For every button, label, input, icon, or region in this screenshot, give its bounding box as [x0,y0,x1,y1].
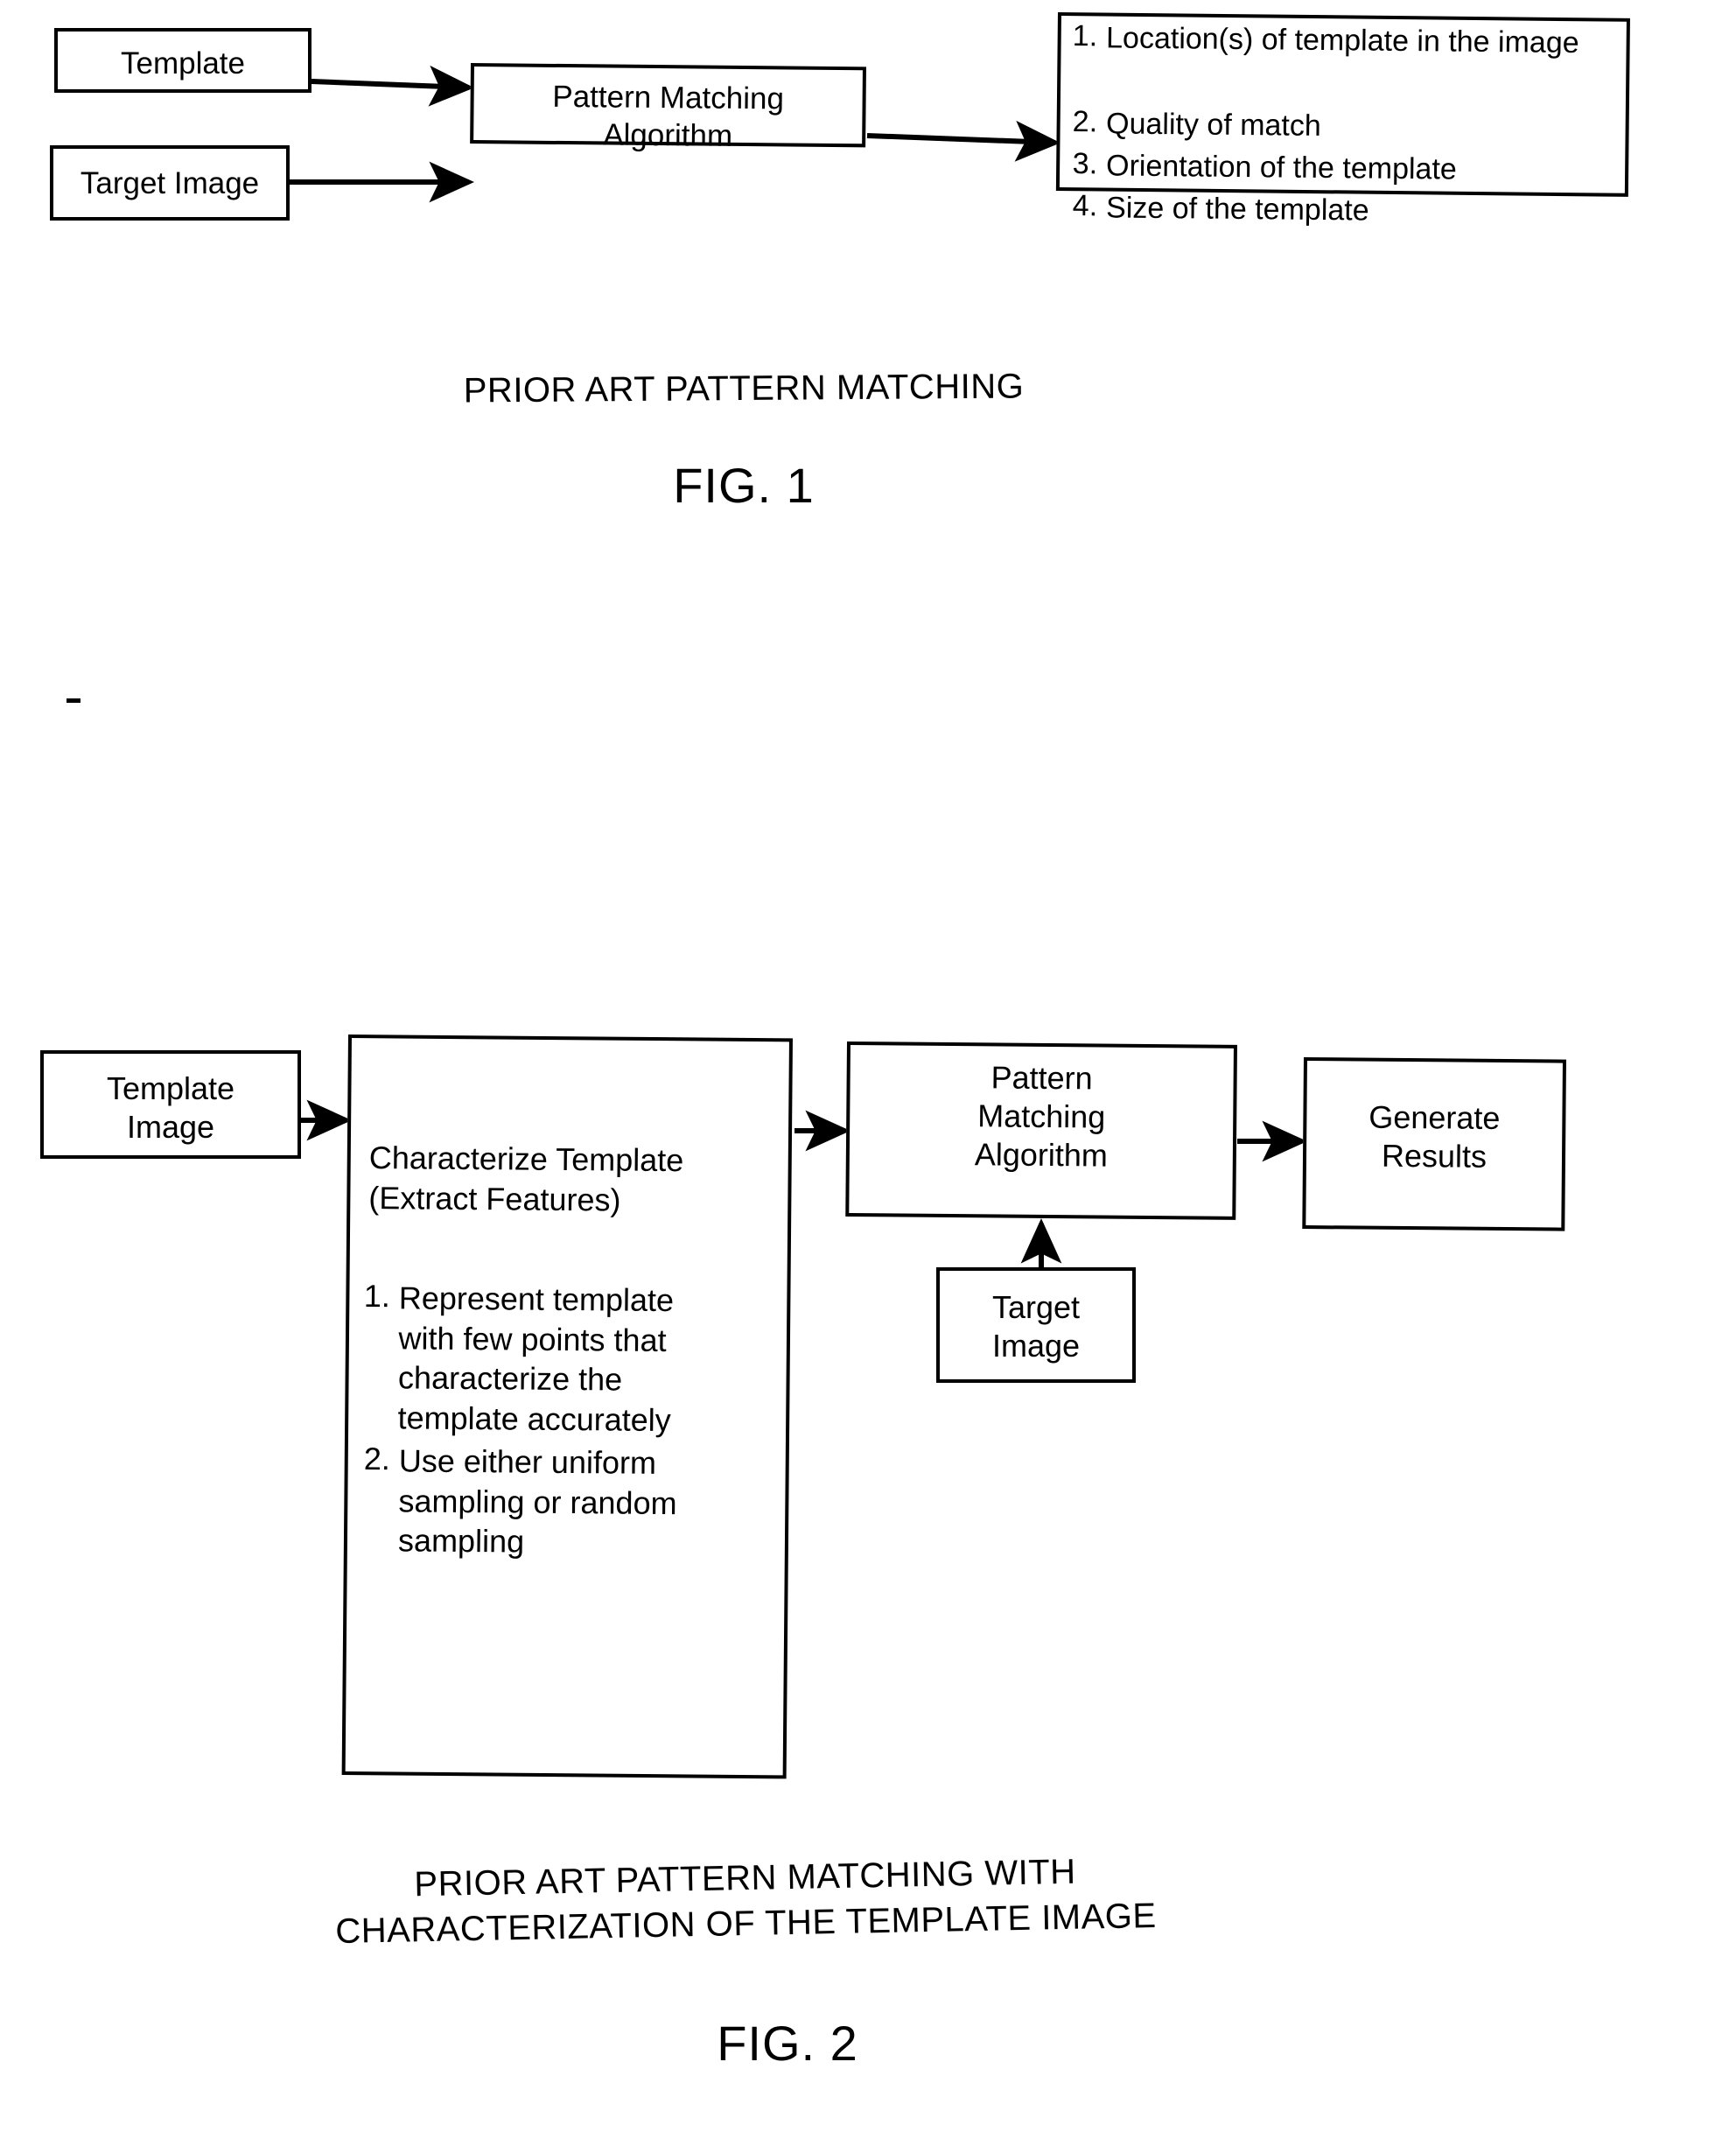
fig2-template-image-label: Template Image [106,1070,235,1145]
fig1-results-item-4: 4. Size of the template [1073,189,1608,233]
fig1-results-item-2-text: Quality of match [1105,107,1321,143]
fig2-caption: PRIOR ART PATTERN MATCHING WITH CHARACTE… [334,1852,1158,1951]
fig1-results-item-4-number: 4. [1072,189,1098,223]
fig1-results-item-3: 3. Orientation of the template [1073,147,1608,191]
fig2-template-image-box: Template Image [40,1050,301,1159]
fig1-pattern-matching-algorithm-label: Pattern Matching Algorithm [552,79,785,153]
fig1-template-box: Template [54,28,312,93]
fig2-pattern-matching-algorithm-label: Pattern Matching Algorithm [974,1059,1109,1174]
fig2-characterize-template-title: Characterize Template (Extract Features) [368,1139,684,1218]
arrow-pma-to-results [866,120,1060,162]
fig2-characterize-item-2: 2. Use either uniform sampling or random… [363,1441,775,1564]
fig2-characterize-item-1-text: Represent template with few points that … [397,1280,675,1439]
fig1-results-item-4-text: Size of the template [1105,191,1369,228]
fig2-generate-results-box: Generate Results [1302,1057,1566,1231]
scan-artifact-dash [66,698,80,703]
fig2-characterize-item-2-text: Use either uniform sampling or random sa… [397,1442,677,1560]
fig2-target-image-box: Target Image [936,1267,1136,1383]
patent-figure-sheet: Template Target Image Pattern Matching A… [0,0,1736,2139]
fig2-characterize-item-1: 1. Represent template with few points th… [362,1278,775,1441]
fig1-results-item-3-text: Orientation of the template [1105,149,1458,186]
fig1-target-image-label: Target Image [80,166,260,200]
fig1-results-item-1-text: Location(s) of template in the image [1105,21,1579,60]
fig2-generate-results-label: Generate Results [1368,1098,1501,1175]
fig1-pattern-matching-algorithm-box: Pattern Matching Algorithm [470,63,866,153]
arrow-template-to-pma [311,65,474,107]
fig1-results-item-1: 1. Location(s) of template in the image [1073,19,1608,63]
fig1-target-image-box: Target Image [50,145,290,221]
fig1-results-item-1-number: 1. [1072,19,1098,53]
fig2-characterize-item-2-number: 2. [363,1441,391,1477]
fig2-target-image-label: Target Image [991,1289,1081,1364]
fig2-characterize-item-1-number: 1. [363,1278,391,1315]
fig2-pattern-matching-algorithm-box: Pattern Matching Algorithm [845,1041,1237,1220]
fig1-label: FIG. 1 [673,458,815,513]
fig2-label: FIG. 2 [717,2016,858,2071]
fig1-results-item-2: 2. Quality of match [1073,105,1608,149]
fig1-results-item-3-number: 3. [1072,147,1098,181]
fig1-caption: PRIOR ART PATTERN MATCHING [463,367,1025,410]
fig1-results-item-2-number: 2. [1072,105,1098,139]
fig1-template-label: Template [120,46,246,81]
